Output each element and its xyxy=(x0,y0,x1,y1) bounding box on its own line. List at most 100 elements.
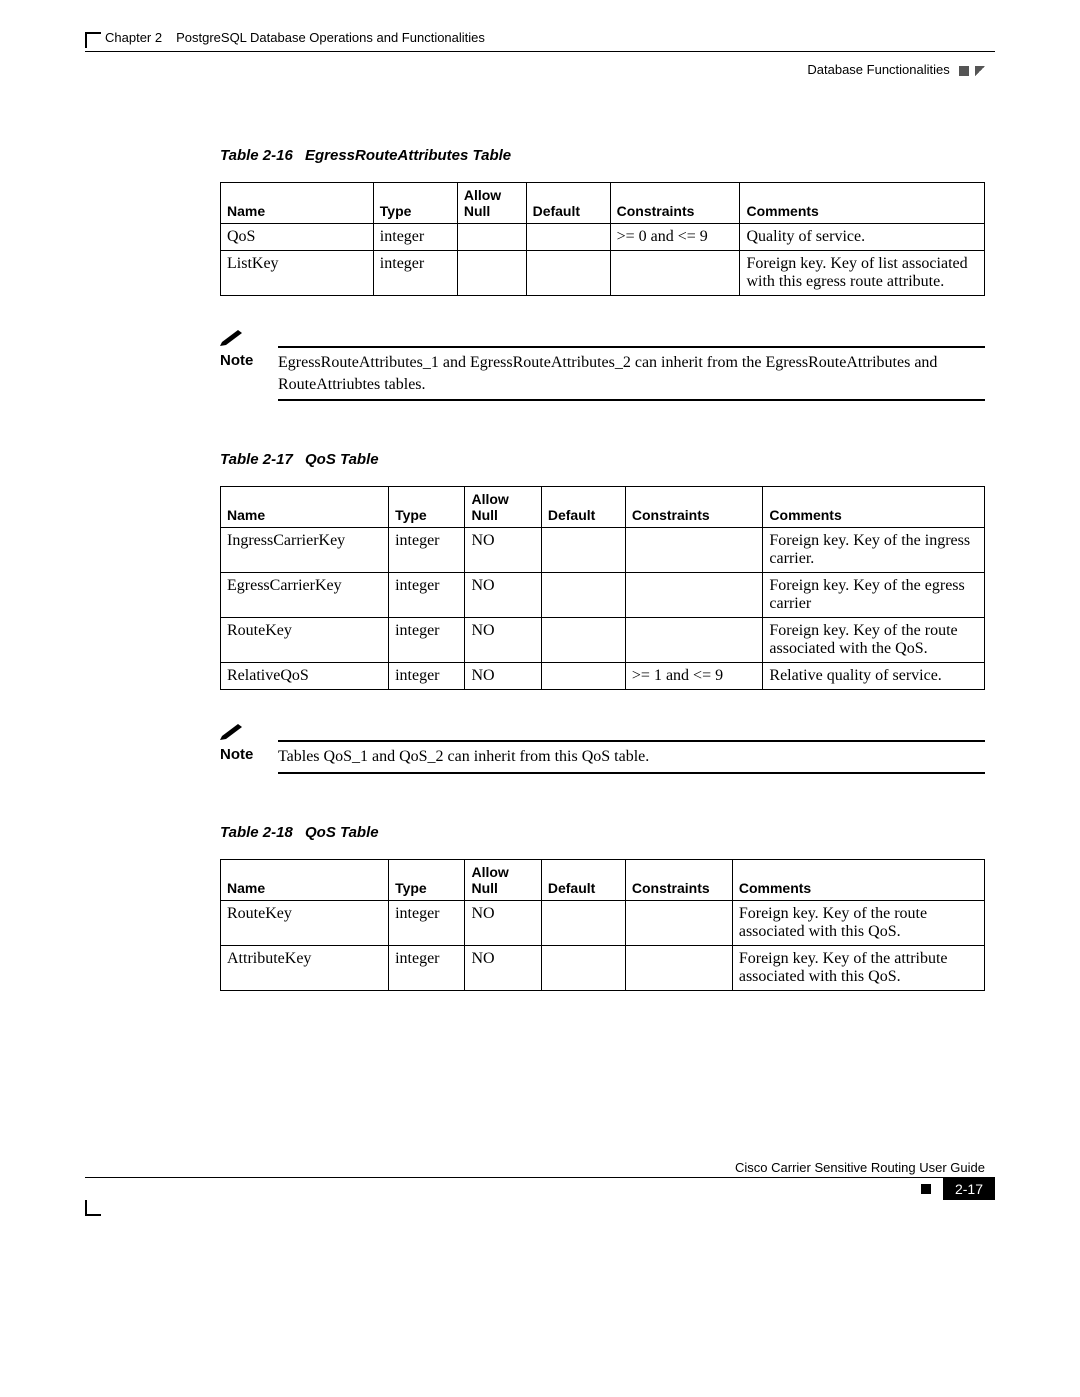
cell xyxy=(526,251,610,296)
running-header-right: Database Functionalities xyxy=(85,62,985,77)
col-allow-null: Allow Null xyxy=(457,183,526,224)
cell xyxy=(625,945,732,990)
col-comments: Comments xyxy=(732,859,984,900)
col-type: Type xyxy=(389,487,465,528)
cell xyxy=(457,224,526,251)
footer-rule xyxy=(85,1177,995,1178)
cell: Foreign key. Key of list associated with… xyxy=(740,251,985,296)
col-type: Type xyxy=(389,859,465,900)
table-caption: Table 2-17 QoS Table xyxy=(220,451,985,468)
qos-table-17: Name Type Allow Null Default Constraints… xyxy=(220,486,985,690)
table-row: RelativeQoS integer NO >= 1 and <= 9 Rel… xyxy=(221,663,985,690)
table-header-row: Name Type Allow Null Default Constraints… xyxy=(221,859,985,900)
cell: EgressCarrierKey xyxy=(221,573,389,618)
col-default: Default xyxy=(541,487,625,528)
footer-square-icon xyxy=(921,1184,931,1194)
caption-number: Table 2-16 xyxy=(220,147,293,164)
col-name: Name xyxy=(221,183,374,224)
table-header-row: Name Type Allow Null Default Constraints… xyxy=(221,487,985,528)
col-default: Default xyxy=(526,183,610,224)
cell xyxy=(457,251,526,296)
caption-number: Table 2-18 xyxy=(220,824,293,841)
cell: IngressCarrierKey xyxy=(221,528,389,573)
table-row: ListKey integer Foreign key. Key of list… xyxy=(221,251,985,296)
cell: Foreign key. Key of the attribute associ… xyxy=(732,945,984,990)
header-square-half-icon xyxy=(975,66,985,76)
cell: NO xyxy=(465,663,541,690)
caption-title: EgressRouteAttributes Table xyxy=(305,147,511,164)
page-body: Chapter 2 PostgreSQL Database Operations… xyxy=(85,30,995,991)
cell: ListKey xyxy=(221,251,374,296)
note-rule-bottom xyxy=(278,772,985,774)
note-label: Note xyxy=(220,746,278,768)
egress-route-attributes-table: Name Type Allow Null Default Constraints… xyxy=(220,182,985,296)
cell: RouteKey xyxy=(221,900,389,945)
page-footer: Cisco Carrier Sensitive Routing User Gui… xyxy=(85,1160,995,1198)
cell: integer xyxy=(389,663,465,690)
col-constraints: Constraints xyxy=(610,183,740,224)
col-allow-null: Allow Null xyxy=(465,487,541,528)
cell xyxy=(541,528,625,573)
col-type: Type xyxy=(373,183,457,224)
note-block: Note Tables QoS_1 and QoS_2 can inherit … xyxy=(220,722,985,774)
crop-mark-bl xyxy=(85,1200,101,1216)
header-square-icon xyxy=(959,66,969,76)
caption-number: Table 2-17 xyxy=(220,451,293,468)
cell: Foreign key. Key of the egress carrier xyxy=(763,573,985,618)
table-header-row: Name Type Allow Null Default Constraints… xyxy=(221,183,985,224)
cell xyxy=(610,251,740,296)
content-area: Table 2-16 EgressRouteAttributes Table N… xyxy=(220,147,985,991)
cell: Foreign key. Key of the route associated… xyxy=(763,618,985,663)
table-row: IngressCarrierKey integer NO Foreign key… xyxy=(221,528,985,573)
col-allow-null: Allow Null xyxy=(465,859,541,900)
chapter-number: Chapter 2 xyxy=(105,30,162,45)
note-rule-top xyxy=(278,346,985,348)
footer-guide-line: Cisco Carrier Sensitive Routing User Gui… xyxy=(85,1160,985,1175)
col-comments: Comments xyxy=(763,487,985,528)
caption-title: QoS Table xyxy=(305,824,379,841)
col-constraints: Constraints xyxy=(625,859,732,900)
cell: integer xyxy=(389,900,465,945)
cell: AttributeKey xyxy=(221,945,389,990)
cell: integer xyxy=(389,945,465,990)
cell: RouteKey xyxy=(221,618,389,663)
cell xyxy=(526,224,610,251)
cell xyxy=(541,618,625,663)
cell xyxy=(625,618,763,663)
pen-icon xyxy=(220,328,250,346)
header-rule xyxy=(85,51,995,52)
chapter-title: PostgreSQL Database Operations and Funct… xyxy=(176,30,485,45)
cell xyxy=(541,945,625,990)
table-caption: Table 2-18 QoS Table xyxy=(220,824,985,841)
cell xyxy=(541,663,625,690)
note-block: Note EgressRouteAttributes_1 and EgressR… xyxy=(220,328,985,401)
cell: Foreign key. Key of the ingress carrier. xyxy=(763,528,985,573)
cell: Quality of service. xyxy=(740,224,985,251)
pen-icon xyxy=(220,722,250,740)
cell: NO xyxy=(465,618,541,663)
qos-table-18: Name Type Allow Null Default Constraints… xyxy=(220,859,985,991)
note-text: EgressRouteAttributes_1 and EgressRouteA… xyxy=(278,352,985,395)
cell xyxy=(625,528,763,573)
cell: RelativeQoS xyxy=(221,663,389,690)
table-row: RouteKey integer NO Foreign key. Key of … xyxy=(221,618,985,663)
cell: integer xyxy=(389,618,465,663)
col-constraints: Constraints xyxy=(625,487,763,528)
cell: integer xyxy=(373,224,457,251)
note-text: Tables QoS_1 and QoS_2 can inherit from … xyxy=(278,746,649,768)
cell: >= 1 and <= 9 xyxy=(625,663,763,690)
caption-title: QoS Table xyxy=(305,451,379,468)
table-row: QoS integer >= 0 and <= 9 Quality of ser… xyxy=(221,224,985,251)
cell: integer xyxy=(373,251,457,296)
cell: integer xyxy=(389,528,465,573)
cell: NO xyxy=(465,528,541,573)
cell xyxy=(541,573,625,618)
cell: >= 0 and <= 9 xyxy=(610,224,740,251)
cell xyxy=(625,900,732,945)
cell: QoS xyxy=(221,224,374,251)
cell: integer xyxy=(389,573,465,618)
cell xyxy=(541,900,625,945)
cell: NO xyxy=(465,945,541,990)
section-name: Database Functionalities xyxy=(807,62,949,77)
cell xyxy=(625,573,763,618)
